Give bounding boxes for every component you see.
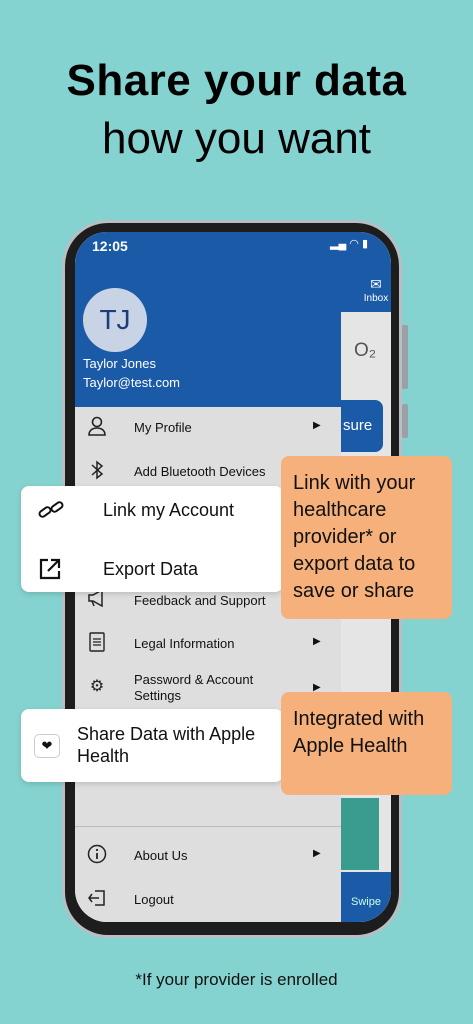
- user-name: Taylor Jones: [83, 356, 156, 371]
- bluetooth-icon: [87, 460, 107, 482]
- footnote: *If your provider is enrolled: [135, 970, 338, 989]
- info-icon: [87, 844, 107, 866]
- menu-item-my-profile[interactable]: My Profile ▶: [75, 408, 341, 448]
- export-icon: [37, 557, 63, 583]
- inbox-button[interactable]: ✉ Inbox: [361, 276, 391, 304]
- chevron-right-icon: ▶: [313, 848, 321, 859]
- mail-icon: ✉: [370, 276, 382, 292]
- menu-label: Logout: [134, 892, 174, 907]
- menu-label: Add Bluetooth Devices: [134, 464, 266, 479]
- headline-line-2: how you want: [101, 114, 372, 163]
- measure-button[interactable]: sure: [341, 400, 383, 452]
- gear-icon: ⚙: [89, 678, 105, 695]
- heart-icon: ❤: [34, 734, 60, 758]
- menu-label: Password & Account Settings: [134, 672, 254, 703]
- logout-icon: [87, 888, 107, 910]
- phone-side-button: [402, 325, 408, 389]
- link-icon: [37, 498, 64, 524]
- menu-label: Legal Information: [134, 636, 235, 651]
- person-icon: [87, 416, 107, 438]
- link-account-item[interactable]: Link my Account: [21, 488, 283, 532]
- swipe-label: Swipe: [341, 872, 391, 922]
- menu-label: Feedback and Support: [134, 593, 266, 608]
- profile-header: 12:05 TJ Taylor Jones Taylor@test.com: [75, 232, 341, 407]
- app-card: [341, 798, 379, 870]
- share-apple-health-label: Share Data with Apple Health: [77, 724, 256, 766]
- status-icons: ▂▄ ◠ ▮: [330, 238, 369, 250]
- link-account-label: Link my Account: [103, 500, 235, 520]
- apple-health-card[interactable]: ❤ Share Data with Apple Health: [21, 709, 283, 782]
- apple-health-callout: Integrated with Apple Health: [281, 692, 452, 795]
- phone-side-button: [402, 404, 408, 438]
- healthcare-callout: Link with your healthcare provider* or e…: [281, 456, 452, 619]
- export-data-label: Export Data: [103, 559, 199, 579]
- export-data-item[interactable]: Export Data: [21, 547, 283, 591]
- menu-item-legal[interactable]: Legal Information ▶: [75, 624, 341, 664]
- menu-label: My Profile: [134, 420, 192, 435]
- inbox-label: Inbox: [363, 293, 389, 304]
- headline-line-1: Share your data: [66, 56, 407, 105]
- chevron-right-icon: ▶: [313, 420, 321, 431]
- avatar[interactable]: TJ: [83, 288, 147, 352]
- menu-item-logout[interactable]: Logout: [75, 880, 341, 920]
- megaphone-icon: [87, 588, 107, 611]
- user-email: Taylor@test.com: [83, 375, 180, 390]
- menu-item-about[interactable]: About Us ▶: [75, 836, 341, 876]
- menu-divider: [75, 826, 341, 827]
- chevron-right-icon: ▶: [313, 636, 321, 647]
- link-export-card: Link my Account Export Data: [21, 486, 283, 592]
- document-icon: [87, 632, 107, 654]
- status-time: 12:05: [92, 238, 128, 254]
- o2-label: O₂: [354, 340, 377, 361]
- menu-label: About Us: [134, 848, 188, 863]
